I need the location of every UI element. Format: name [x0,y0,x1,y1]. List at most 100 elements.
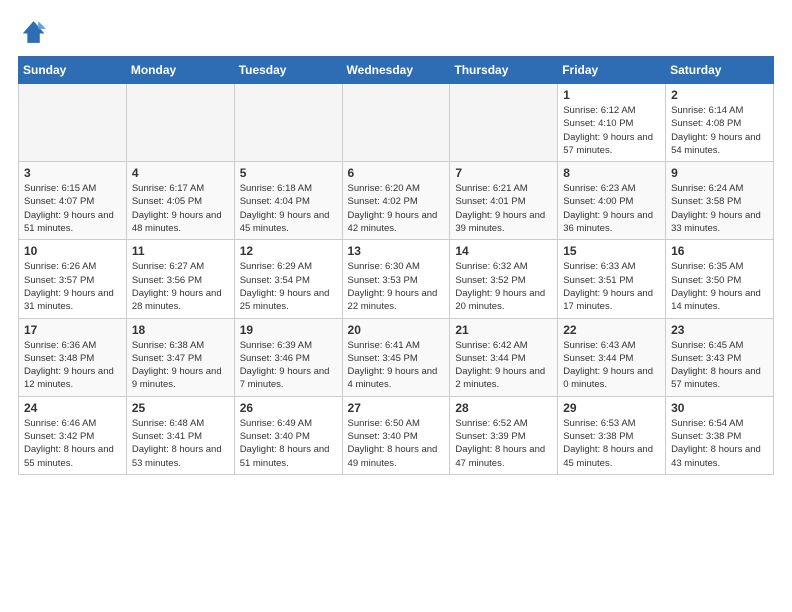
calendar-cell: 10 Sunrise: 6:26 AM Sunset: 3:57 PM Dayli… [19,240,127,318]
day-info: Sunrise: 6:33 AM Sunset: 3:51 PM Dayligh… [563,260,660,313]
calendar-cell: 15 Sunrise: 6:33 AM Sunset: 3:51 PM Dayli… [558,240,666,318]
day-info: Sunrise: 6:15 AM Sunset: 4:07 PM Dayligh… [24,182,121,235]
calendar-header-friday: Friday [558,57,666,84]
day-info: Sunrise: 6:41 AM Sunset: 3:45 PM Dayligh… [348,339,445,392]
day-number: 5 [240,166,337,180]
day-number: 28 [455,401,552,415]
calendar-table: SundayMondayTuesdayWednesdayThursdayFrid… [18,56,774,475]
page: SundayMondayTuesdayWednesdayThursdayFrid… [0,0,792,612]
calendar-cell [342,84,450,162]
calendar-cell: 2 Sunrise: 6:14 AM Sunset: 4:08 PM Daylig… [666,84,774,162]
calendar-cell: 11Sunrise: 6:27 AM Sunset: 3:56 PM Dayli… [126,240,234,318]
calendar-cell: 20Sunrise: 6:41 AM Sunset: 3:45 PM Dayli… [342,318,450,396]
day-number: 2 [671,88,768,102]
day-info: Sunrise: 6:30 AM Sunset: 3:53 PM Dayligh… [348,260,445,313]
day-number: 30 [671,401,768,415]
calendar-cell: 4 Sunrise: 6:17 AM Sunset: 4:05 PM Daylig… [126,162,234,240]
day-info: Sunrise: 6:39 AM Sunset: 3:46 PM Dayligh… [240,339,337,392]
day-number: 9 [671,166,768,180]
calendar-header-saturday: Saturday [666,57,774,84]
day-info: Sunrise: 6:49 AM Sunset: 3:40 PM Dayligh… [240,417,337,470]
day-info: Sunrise: 6:14 AM Sunset: 4:08 PM Dayligh… [671,104,768,157]
calendar-header-sunday: Sunday [19,57,127,84]
calendar-cell: 5 Sunrise: 6:18 AM Sunset: 4:04 PM Daylig… [234,162,342,240]
day-info: Sunrise: 6:45 AM Sunset: 3:43 PM Dayligh… [671,339,768,392]
calendar-header-thursday: Thursday [450,57,558,84]
day-info: Sunrise: 6:38 AM Sunset: 3:47 PM Dayligh… [132,339,229,392]
logo-icon [18,18,46,46]
calendar-cell: 16Sunrise: 6:35 AM Sunset: 3:50 PM Dayli… [666,240,774,318]
day-info: Sunrise: 6:12 AM Sunset: 4:10 PM Dayligh… [563,104,660,157]
day-number: 15 [563,244,660,258]
calendar-cell: 28 Sunrise: 6:52 AM Sunset: 3:39 PM Dayli… [450,396,558,474]
calendar-cell: 23 Sunrise: 6:45 AM Sunset: 3:43 PM Dayli… [666,318,774,396]
calendar-header-wednesday: Wednesday [342,57,450,84]
day-number: 21 [455,323,552,337]
calendar-cell: 9 Sunrise: 6:24 AM Sunset: 3:58 PM Daylig… [666,162,774,240]
calendar-cell: 26 Sunrise: 6:49 AM Sunset: 3:40 PM Dayli… [234,396,342,474]
day-info: Sunrise: 6:20 AM Sunset: 4:02 PM Dayligh… [348,182,445,235]
day-number: 29 [563,401,660,415]
day-info: Sunrise: 6:29 AM Sunset: 3:54 PM Dayligh… [240,260,337,313]
day-info: Sunrise: 6:26 AM Sunset: 3:57 PM Dayligh… [24,260,121,313]
calendar-week-row: 1Sunrise: 6:12 AM Sunset: 4:10 PM Daylig… [19,84,774,162]
day-info: Sunrise: 6:27 AM Sunset: 3:56 PM Dayligh… [132,260,229,313]
calendar-week-row: 3 Sunrise: 6:15 AM Sunset: 4:07 PM Daylig… [19,162,774,240]
header [18,18,774,46]
calendar-cell: 6 Sunrise: 6:20 AM Sunset: 4:02 PM Daylig… [342,162,450,240]
calendar-header-monday: Monday [126,57,234,84]
day-info: Sunrise: 6:36 AM Sunset: 3:48 PM Dayligh… [24,339,121,392]
day-number: 17 [24,323,121,337]
day-number: 4 [132,166,229,180]
calendar-cell: 17 Sunrise: 6:36 AM Sunset: 3:48 PM Dayli… [19,318,127,396]
calendar-week-row: 17 Sunrise: 6:36 AM Sunset: 3:48 PM Dayli… [19,318,774,396]
day-info: Sunrise: 6:43 AM Sunset: 3:44 PM Dayligh… [563,339,660,392]
calendar-cell: 24 Sunrise: 6:46 AM Sunset: 3:42 PM Dayli… [19,396,127,474]
day-number: 16 [671,244,768,258]
calendar-cell: 19 Sunrise: 6:39 AM Sunset: 3:46 PM Dayli… [234,318,342,396]
calendar-cell: 22 Sunrise: 6:43 AM Sunset: 3:44 PM Dayli… [558,318,666,396]
day-info: Sunrise: 6:23 AM Sunset: 4:00 PM Dayligh… [563,182,660,235]
calendar-cell: 29Sunrise: 6:53 AM Sunset: 3:38 PM Dayli… [558,396,666,474]
calendar-cell: 18 Sunrise: 6:38 AM Sunset: 3:47 PM Dayli… [126,318,234,396]
day-info: Sunrise: 6:48 AM Sunset: 3:41 PM Dayligh… [132,417,229,470]
calendar-cell [450,84,558,162]
calendar-cell: 1Sunrise: 6:12 AM Sunset: 4:10 PM Daylig… [558,84,666,162]
day-info: Sunrise: 6:18 AM Sunset: 4:04 PM Dayligh… [240,182,337,235]
day-number: 25 [132,401,229,415]
day-number: 26 [240,401,337,415]
day-info: Sunrise: 6:42 AM Sunset: 3:44 PM Dayligh… [455,339,552,392]
calendar-cell: 13 Sunrise: 6:30 AM Sunset: 3:53 PM Dayli… [342,240,450,318]
calendar-cell: 21 Sunrise: 6:42 AM Sunset: 3:44 PM Dayli… [450,318,558,396]
day-info: Sunrise: 6:54 AM Sunset: 3:38 PM Dayligh… [671,417,768,470]
day-info: Sunrise: 6:17 AM Sunset: 4:05 PM Dayligh… [132,182,229,235]
day-number: 24 [24,401,121,415]
day-number: 3 [24,166,121,180]
day-number: 12 [240,244,337,258]
day-number: 8 [563,166,660,180]
day-info: Sunrise: 6:21 AM Sunset: 4:01 PM Dayligh… [455,182,552,235]
day-number: 6 [348,166,445,180]
calendar-cell: 3 Sunrise: 6:15 AM Sunset: 4:07 PM Daylig… [19,162,127,240]
day-info: Sunrise: 6:52 AM Sunset: 3:39 PM Dayligh… [455,417,552,470]
day-number: 22 [563,323,660,337]
day-number: 23 [671,323,768,337]
calendar-cell [126,84,234,162]
calendar-header-tuesday: Tuesday [234,57,342,84]
calendar-week-row: 24 Sunrise: 6:46 AM Sunset: 3:42 PM Dayli… [19,396,774,474]
calendar-cell: 8 Sunrise: 6:23 AM Sunset: 4:00 PM Daylig… [558,162,666,240]
calendar-week-row: 10 Sunrise: 6:26 AM Sunset: 3:57 PM Dayli… [19,240,774,318]
day-number: 13 [348,244,445,258]
calendar-cell: 14Sunrise: 6:32 AM Sunset: 3:52 PM Dayli… [450,240,558,318]
day-info: Sunrise: 6:24 AM Sunset: 3:58 PM Dayligh… [671,182,768,235]
day-number: 27 [348,401,445,415]
calendar-cell: 30 Sunrise: 6:54 AM Sunset: 3:38 PM Dayli… [666,396,774,474]
day-number: 19 [240,323,337,337]
day-info: Sunrise: 6:46 AM Sunset: 3:42 PM Dayligh… [24,417,121,470]
day-number: 10 [24,244,121,258]
day-info: Sunrise: 6:32 AM Sunset: 3:52 PM Dayligh… [455,260,552,313]
calendar-cell [19,84,127,162]
calendar-cell: 7Sunrise: 6:21 AM Sunset: 4:01 PM Daylig… [450,162,558,240]
calendar-cell: 27Sunrise: 6:50 AM Sunset: 3:40 PM Dayli… [342,396,450,474]
day-number: 18 [132,323,229,337]
